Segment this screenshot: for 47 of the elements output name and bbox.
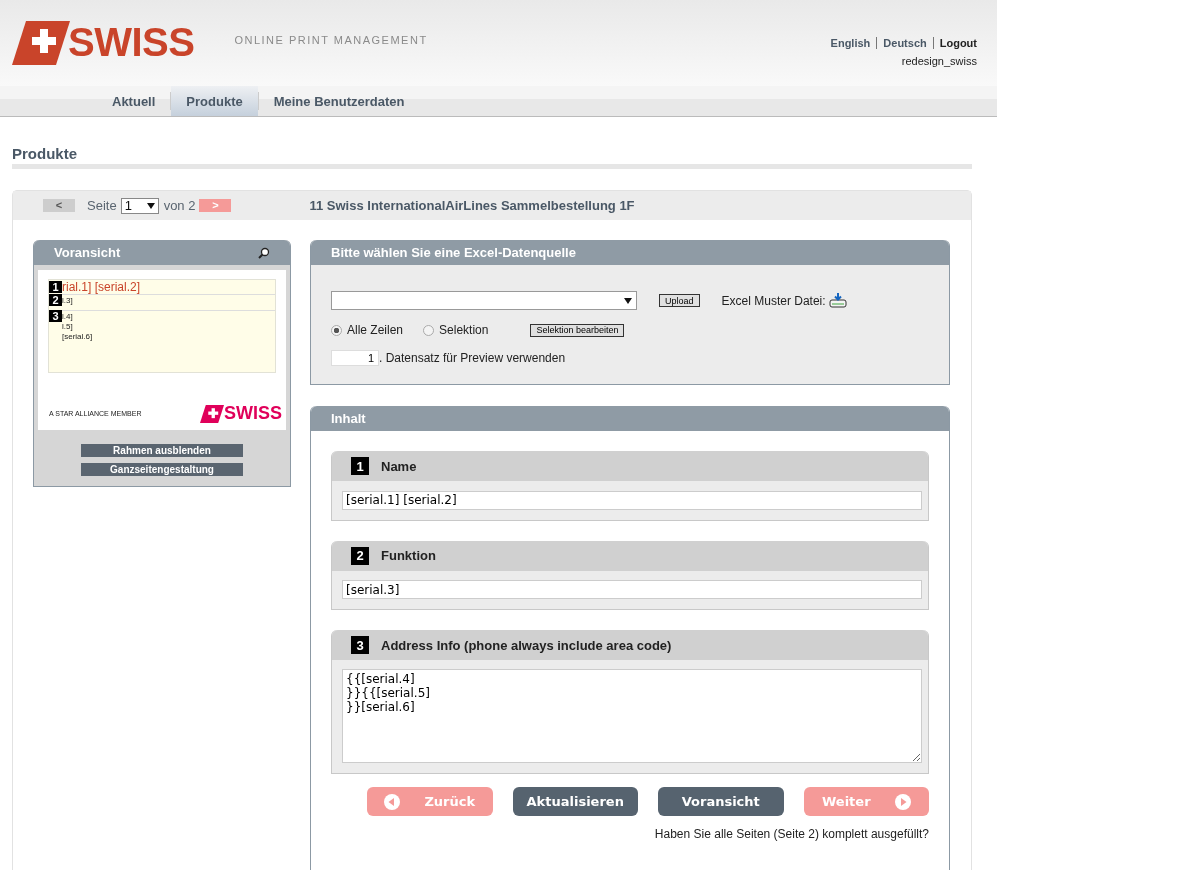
number-badge: 2 xyxy=(351,546,369,565)
preview-text: [serial.6] xyxy=(62,331,93,341)
header-link[interactable]: English xyxy=(830,37,871,49)
action-button[interactable]: Aktualisieren xyxy=(512,787,638,816)
record-field[interactable]: 1 xyxy=(331,350,379,366)
preview-text: l.5] xyxy=(62,321,73,331)
product-title: 11 Swiss InternationalAirLines Sammelbestellung 1F xyxy=(309,198,635,213)
preview-text: rial.1] [serial.2] xyxy=(62,280,141,294)
radio-option[interactable]: Selektion xyxy=(423,323,489,337)
action-button[interactable]: Voransicht xyxy=(658,787,784,816)
page-select[interactable]: 1 xyxy=(120,197,159,214)
preview-option-button[interactable]: Ganzseitengestaltung xyxy=(81,463,243,476)
edit-selection-button[interactable]: Selektion bearbeiten xyxy=(530,323,625,337)
radio-option[interactable]: Alle Zeilen xyxy=(331,323,404,337)
nav-tab[interactable]: Produkte xyxy=(171,86,258,116)
header-link[interactable]: Deutsch xyxy=(883,37,927,49)
record-label: . Datensatz für Preview verwenden xyxy=(379,351,566,365)
number-badge: 1 xyxy=(351,457,369,475)
logo-text: SWISS xyxy=(68,20,195,65)
field-label: Funktion xyxy=(381,548,436,563)
number-badge: 3 xyxy=(351,636,369,654)
logo-text: SWISS xyxy=(224,403,282,424)
preview-title: Voransicht xyxy=(54,245,121,260)
preview-option-button[interactable]: Rahmen ausblenden xyxy=(81,444,243,457)
section-title: Produkte xyxy=(12,145,78,162)
username: redesign_swiss xyxy=(900,55,977,67)
page-label: Seite xyxy=(87,198,117,213)
header-link[interactable]: Logout xyxy=(939,37,977,49)
field-label: Address Info (phone always include area code) xyxy=(381,637,672,653)
text-field[interactable]: [serial.1] [serial.2] xyxy=(342,490,922,510)
nav-tab[interactable]: Meine Benutzerdaten xyxy=(258,86,420,116)
number-badge: 3 xyxy=(49,310,62,322)
text-field[interactable]: [serial.3] xyxy=(342,580,922,599)
text-area[interactable]: {{[serial.4] }}{{[serial.5] }}[serial.6] xyxy=(342,669,922,763)
field-label: Name xyxy=(381,458,417,474)
number-badge: 1 xyxy=(49,281,62,293)
sample-file-label: Excel Muster Datei: xyxy=(721,293,826,308)
preview-text: l.4] xyxy=(62,311,73,321)
number-badge: 2 xyxy=(49,294,62,306)
preview-text: l.3] xyxy=(62,295,73,305)
panel-title: Inhalt xyxy=(331,411,366,426)
upload-button[interactable]: Upload xyxy=(659,294,700,307)
completion-note: Haben Sie alle Seiten (Seite 2) komplett ausgefüllt? xyxy=(653,827,929,841)
page-count: von 2 xyxy=(163,198,196,213)
nav-tab[interactable]: Aktuell xyxy=(97,86,171,116)
tagline: ONLINE PRINT MANAGEMENT xyxy=(234,33,428,46)
panel-title: Bitte wählen Sie eine Excel-Datenquelle xyxy=(331,245,576,260)
